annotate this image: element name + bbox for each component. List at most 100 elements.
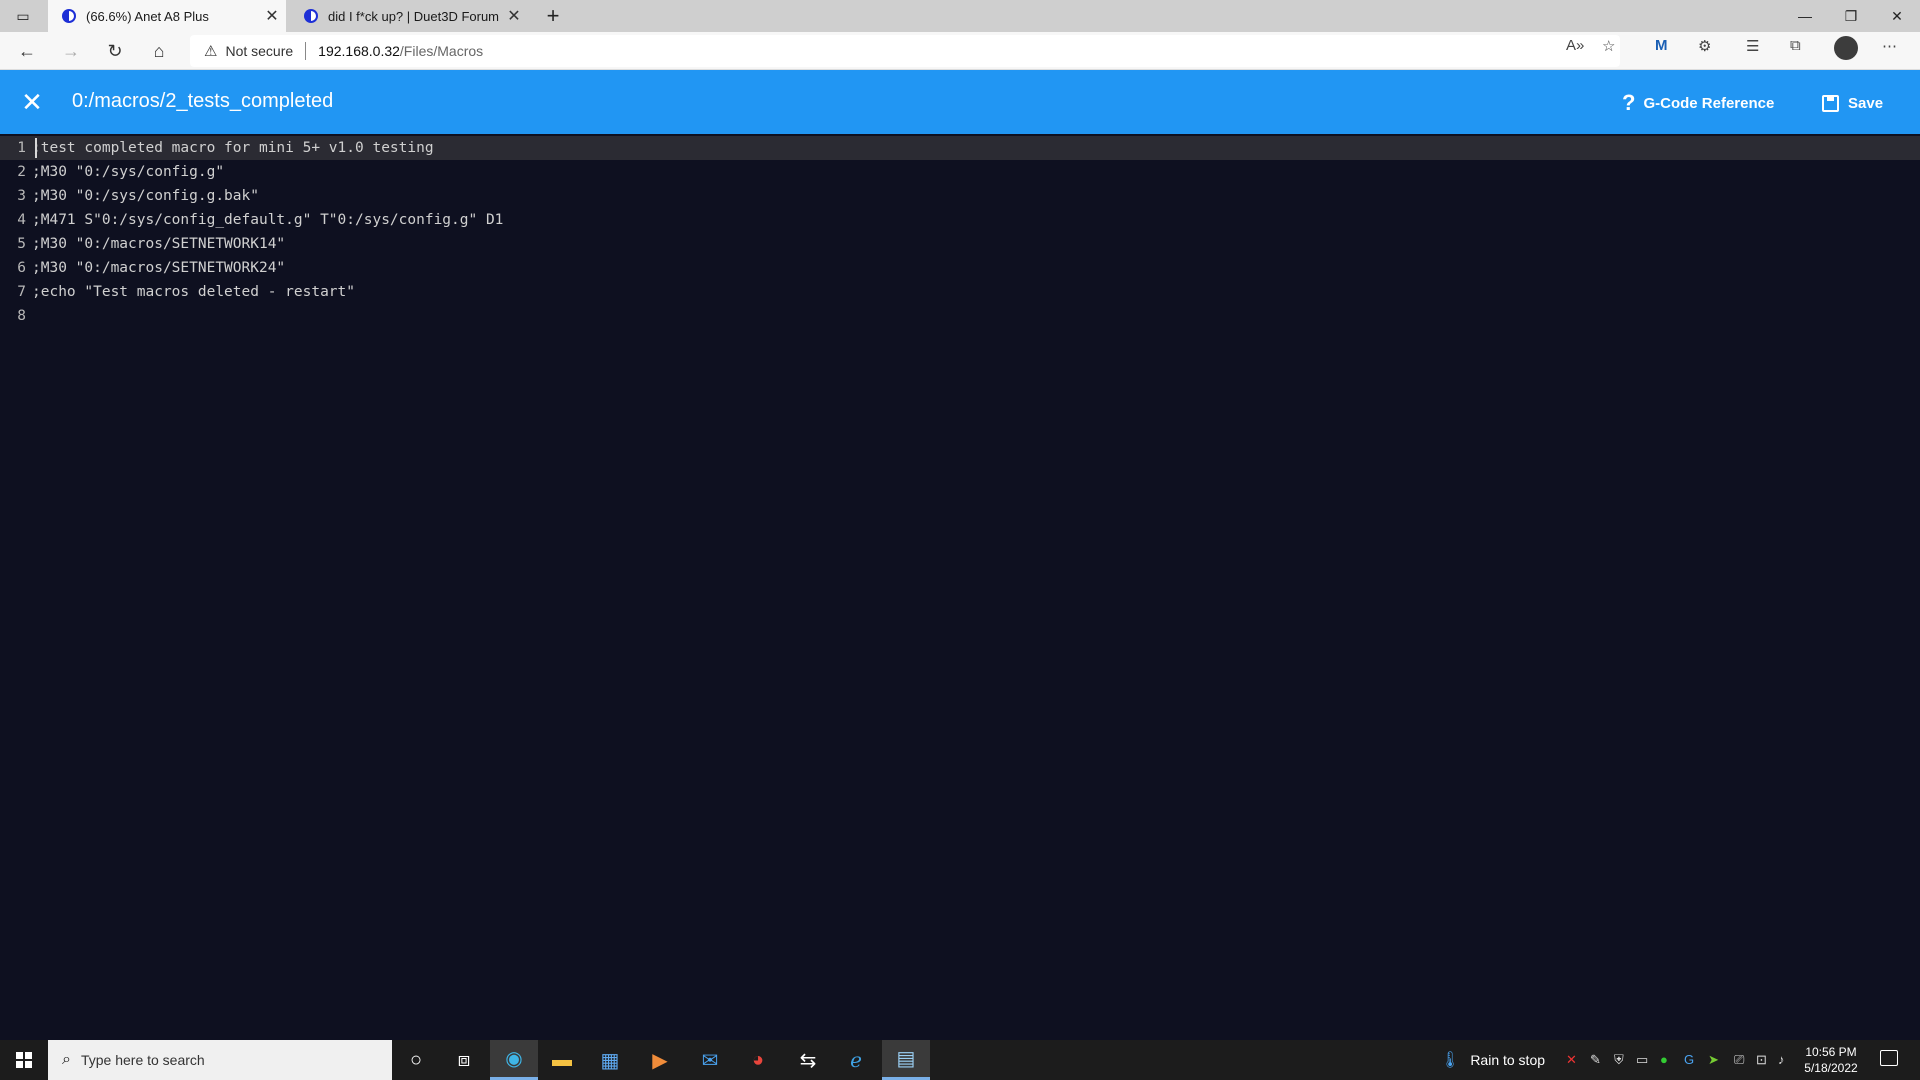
mail-icon[interactable]: ✉	[686, 1040, 734, 1080]
search-icon: ⌕	[62, 1051, 71, 1068]
home-icon[interactable]: ⌂	[144, 36, 174, 66]
url-host: 192.168.0.32	[318, 43, 400, 59]
line-number: 5	[17, 236, 26, 252]
editor-line[interactable]: 2 ;M30 "0:/sys/config.g"	[0, 160, 1920, 184]
cortana-icon[interactable]: ○	[392, 1040, 440, 1080]
extensions-icon[interactable]: ⚙	[1698, 37, 1711, 55]
weather-thermometer-icon: 🌡	[1440, 1052, 1461, 1069]
file-explorer-icon[interactable]: ▬	[538, 1040, 586, 1080]
media-player-icon[interactable]: ▶	[636, 1040, 684, 1080]
task-view-icon[interactable]: ⧈	[440, 1040, 488, 1080]
tab-label: did I f*ck up? | Duet3D Forum	[328, 8, 500, 24]
chrome-icon[interactable]: ◕	[734, 1040, 782, 1080]
line-number: 8	[17, 308, 26, 324]
tray-arrow-icon[interactable]: ➤	[1708, 1052, 1719, 1068]
line-number: 4	[17, 212, 26, 228]
browser-toolbar: ← → ↻ ⌂ ⚠ Not secure 192.168.0.32/Files/…	[0, 32, 1920, 70]
forward-icon[interactable]: →	[56, 36, 86, 66]
divider	[305, 42, 307, 60]
tray-network-shield-icon[interactable]: ⛨	[1614, 1052, 1624, 1068]
line-number: 7	[17, 284, 26, 300]
editor-line[interactable]: 3 ;M30 "0:/sys/config.g.bak"	[0, 184, 1920, 208]
settings-tool-icon[interactable]: ⇆	[784, 1040, 832, 1080]
address-bar[interactable]: ⚠ Not secure 192.168.0.32/Files/Macros	[190, 35, 1620, 67]
line-text: ;M30 "0:/macros/SETNETWORK24"	[32, 260, 286, 276]
taskbar-search-input[interactable]: ⌕ Type here to search	[48, 1040, 392, 1080]
floppy-disk-icon	[1822, 94, 1839, 112]
tray-meet-icon[interactable]: ⎚	[1734, 1052, 1744, 1068]
save-button[interactable]: Save	[1822, 88, 1883, 118]
editor-header: ✕ 0:/macros/2_tests_completed ? G-Code R…	[0, 70, 1920, 134]
restore-button[interactable]: ❐	[1828, 0, 1874, 32]
line-number: 6	[17, 260, 26, 276]
tab-actions-icon[interactable]: ▭	[0, 0, 46, 32]
code-editor[interactable]: 1 ;test completed macro for mini 5+ v1.0…	[0, 134, 1920, 1040]
line-number: 3	[17, 188, 26, 204]
notification-center-icon[interactable]	[1880, 1050, 1898, 1066]
tray-sync-icon[interactable]: G	[1684, 1052, 1694, 1067]
line-text: ;M30 "0:/sys/config.g"	[32, 164, 225, 180]
line-text: ;test completed macro for mini 5+ v1.0 t…	[32, 140, 434, 156]
back-icon[interactable]: ←	[12, 36, 42, 66]
tab-duet3d-forum[interactable]: did I f*ck up? | Duet3D Forum ✕	[290, 0, 528, 32]
search-placeholder: Type here to search	[80, 1052, 205, 1068]
edge-icon[interactable]: ◉	[490, 1040, 538, 1080]
editor-line[interactable]: 6 ;M30 "0:/macros/SETNETWORK24"	[0, 256, 1920, 280]
read-aloud-icon[interactable]: A»	[1566, 37, 1584, 54]
tab-label: (66.6%) Anet A8 Plus	[86, 8, 209, 24]
editor-line[interactable]: 8	[0, 304, 1920, 328]
weather-label: Rain to stop	[1470, 1052, 1546, 1068]
browser-tab-strip: ▭ (66.6%) Anet A8 Plus ✕ did I f*ck up? …	[0, 0, 1920, 32]
weather-widget[interactable]: 🌡 Rain to stop	[1440, 1040, 1545, 1080]
refresh-icon[interactable]: ↻	[100, 36, 130, 66]
network-icon[interactable]: ⊡	[1756, 1052, 1767, 1068]
url-path: /Files/Macros	[399, 43, 484, 59]
line-text: ;M30 "0:/macros/SETNETWORK14"	[32, 236, 286, 252]
line-number: 2	[17, 164, 26, 180]
tray-nvidia-icon[interactable]: ●	[1660, 1052, 1668, 1067]
volume-icon[interactable]: ♪	[1778, 1052, 1785, 1067]
editor-line[interactable]: 7 ;echo "Test macros deleted - restart"	[0, 280, 1920, 304]
line-text: ;M471 S"0:/sys/config_default.g" T"0:/sy…	[32, 212, 504, 228]
start-button[interactable]	[0, 1040, 48, 1080]
windows-logo-icon	[16, 1052, 32, 1068]
favorites-icon[interactable]: ☰	[1746, 37, 1759, 55]
extension-m-icon[interactable]: M	[1655, 37, 1668, 54]
security-label: Not secure	[225, 43, 294, 59]
tray-app-icon[interactable]: ✎	[1590, 1052, 1601, 1068]
gcode-reference-button[interactable]: ? G-Code Reference	[1622, 88, 1774, 118]
internet-explorer-icon[interactable]: ℯ	[832, 1040, 880, 1080]
line-number: 1	[17, 140, 26, 156]
close-editor-icon[interactable]: ✕	[16, 86, 48, 118]
avatar[interactable]	[1834, 36, 1858, 60]
text-caret	[35, 138, 37, 158]
duet-favicon-icon	[304, 9, 318, 23]
tray-drive-icon[interactable]: ▭	[1636, 1052, 1648, 1068]
tab-anet-a8-plus[interactable]: (66.6%) Anet A8 Plus ✕	[48, 0, 286, 32]
editor-line[interactable]: 5 ;M30 "0:/macros/SETNETWORK14"	[0, 232, 1920, 256]
clock-time: 10:56 PM	[1805, 1045, 1857, 1059]
gcode-reference-label: G-Code Reference	[1643, 94, 1775, 112]
store-icon[interactable]: ▦	[586, 1040, 634, 1080]
tray-antivirus-icon[interactable]: ✕	[1566, 1052, 1577, 1068]
minimize-button[interactable]: —	[1782, 0, 1828, 32]
warning-icon: ⚠	[204, 43, 218, 60]
new-tab-button[interactable]: +	[530, 0, 576, 32]
line-text: ;echo "Test macros deleted - restart"	[32, 284, 356, 300]
tab-close-icon[interactable]: ✕	[258, 6, 286, 26]
save-label: Save	[1848, 94, 1884, 112]
line-text: ;M30 "0:/sys/config.g.bak"	[32, 188, 259, 204]
close-window-button[interactable]: ✕	[1874, 0, 1920, 32]
notepad-icon[interactable]: ▤	[882, 1040, 930, 1080]
favorite-star-icon[interactable]: ☆	[1602, 37, 1615, 55]
tab-close-icon[interactable]: ✕	[500, 6, 528, 26]
system-clock[interactable]: 10:56 PM 5/18/2022	[1796, 1044, 1866, 1076]
collections-icon[interactable]: ⧉	[1790, 37, 1801, 54]
editor-line[interactable]: 1 ;test completed macro for mini 5+ v1.0…	[0, 136, 1920, 160]
windows-taskbar: ⌕ Type here to search ○ ⧈ ◉ ▬ ▦ ▶ ✉ ◕ ⇆ …	[0, 1040, 1920, 1080]
clock-date: 5/18/2022	[1804, 1061, 1858, 1075]
file-path-title: 0:/macros/2_tests_completed	[72, 90, 334, 112]
duet-favicon-icon	[62, 9, 76, 23]
more-menu-icon[interactable]: ⋯	[1882, 37, 1897, 55]
editor-line[interactable]: 4 ;M471 S"0:/sys/config_default.g" T"0:/…	[0, 208, 1920, 232]
